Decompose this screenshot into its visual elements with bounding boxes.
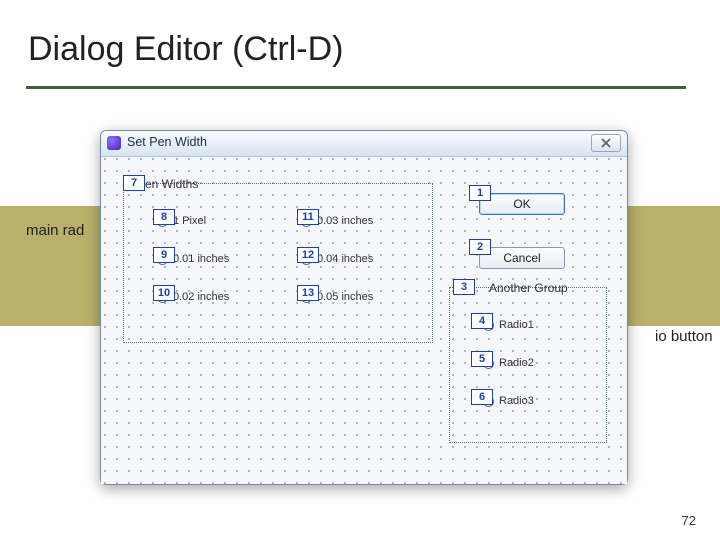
tab-marker-13[interactable]: 13 <box>297 285 319 301</box>
radio-label: 0.03 inches <box>317 215 373 227</box>
button-label: Cancel <box>503 251 540 265</box>
left-caption: main rad <box>26 222 84 239</box>
tab-marker-4[interactable]: 4 <box>471 313 493 329</box>
dialog-canvas[interactable]: Pen Widths 1 Pixel 0.01 inches 0.02 inch… <box>101 157 627 484</box>
radio-label: 0.04 inches <box>317 253 373 265</box>
tab-marker-1[interactable]: 1 <box>469 185 491 201</box>
radio-label: Radio2 <box>499 357 534 369</box>
tab-marker-10[interactable]: 10 <box>153 285 175 301</box>
window-title: Set Pen Width <box>127 135 207 149</box>
button-label: OK <box>513 197 530 211</box>
close-icon <box>601 138 611 148</box>
radio-label: 0.01 inches <box>173 253 229 265</box>
cancel-button[interactable]: Cancel <box>479 247 565 269</box>
groupbox-another-group-label: Another Group <box>489 281 568 295</box>
tab-marker-5[interactable]: 5 <box>471 351 493 367</box>
tab-marker-2[interactable]: 2 <box>469 239 491 255</box>
tab-marker-8[interactable]: 8 <box>153 209 175 225</box>
tab-marker-11[interactable]: 11 <box>297 209 319 225</box>
page-number: 72 <box>682 513 696 528</box>
radio-label: Radio3 <box>499 395 534 407</box>
radio-label: 0.05 inches <box>317 291 373 303</box>
radio-label: 0.02 inches <box>173 291 229 303</box>
close-button[interactable] <box>591 134 621 152</box>
tab-marker-9[interactable]: 9 <box>153 247 175 263</box>
tab-marker-7[interactable]: 7 <box>123 175 145 191</box>
heading-rule <box>26 86 686 89</box>
ok-button[interactable]: OK <box>479 193 565 215</box>
slide-heading: Dialog Editor (Ctrl-D) <box>28 30 344 69</box>
tab-marker-6[interactable]: 6 <box>471 389 493 405</box>
right-caption: io button <box>655 328 713 345</box>
tab-marker-12[interactable]: 12 <box>297 247 319 263</box>
radio-label: 1 Pixel <box>173 215 206 227</box>
dialog-window: Set Pen Width Pen Widths 1 Pixel 0.01 in… <box>100 130 628 485</box>
tab-marker-3[interactable]: 3 <box>453 279 475 295</box>
groupbox-pen-widths-label: Pen Widths <box>137 177 198 191</box>
app-icon <box>107 136 121 150</box>
titlebar[interactable]: Set Pen Width <box>101 131 627 157</box>
radio-label: Radio1 <box>499 319 534 331</box>
slide-heading-wrap: Dialog Editor (Ctrl-D) <box>28 30 344 69</box>
